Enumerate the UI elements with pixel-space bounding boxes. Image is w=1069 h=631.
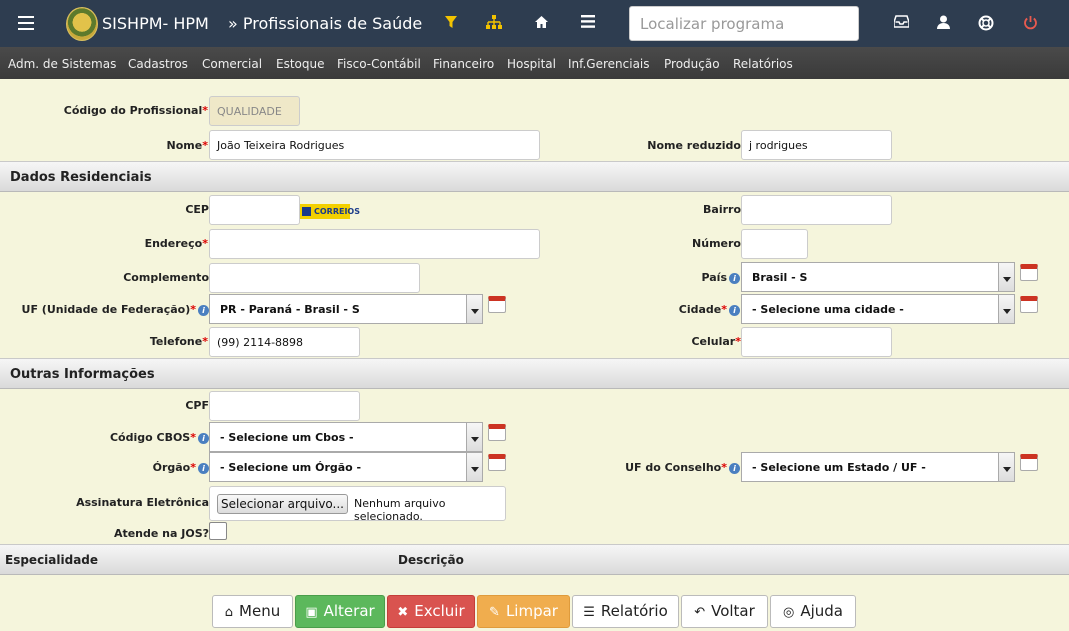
col-descricao[interactable]: Descrição — [398, 553, 464, 567]
celular-label: Celular* — [691, 335, 741, 348]
cbos-label: Código CBOS* i — [110, 431, 209, 444]
sitemap-icon[interactable] — [486, 15, 502, 31]
pais-label: País i — [701, 271, 740, 284]
uf-select[interactable]: PR - Paraná - Brasil - S — [209, 294, 483, 324]
cpf-label: CPF — [185, 399, 209, 412]
pais-calendar-icon[interactable] — [1020, 264, 1038, 281]
cidade-calendar-icon[interactable] — [1020, 296, 1038, 313]
list-icon[interactable] — [580, 15, 596, 31]
orgao-select[interactable]: - Selecione um Órgão - — [209, 452, 483, 482]
jos-label: Atende na JOS? — [113, 527, 209, 540]
complemento-label: Complemento — [123, 271, 209, 284]
limpar-button[interactable]: ✎ Limpar — [477, 595, 570, 628]
nome-reduzido-label: Nome reduzido — [647, 139, 741, 152]
col-especialidade[interactable]: Especialidade — [5, 553, 98, 567]
orgao-info-icon[interactable]: i — [198, 462, 209, 474]
cidade-select[interactable]: - Selecione uma cidade - — [741, 294, 1015, 324]
uf-conselho-label: UF do Conselho* i — [625, 461, 740, 474]
menu-hospital[interactable]: Hospital — [507, 57, 556, 71]
correios-logo[interactable]: CORREIOS — [300, 204, 360, 219]
cpf-field[interactable] — [209, 391, 360, 421]
nome-label: Nome* — [166, 139, 208, 152]
power-icon[interactable] — [1022, 15, 1038, 31]
endereco-field[interactable] — [209, 229, 540, 259]
especialidade-table-header: Especialidade Descrição — [0, 544, 1069, 575]
uf-conselho-info-icon[interactable]: i — [729, 462, 740, 474]
cbos-info-icon[interactable]: i — [198, 432, 209, 444]
cep-label: CEP — [185, 203, 209, 216]
complemento-field[interactable] — [209, 263, 420, 293]
menu-comercial[interactable]: Comercial — [202, 57, 262, 71]
numero-field[interactable] — [741, 229, 808, 259]
cbos-select[interactable]: - Selecione um Cbos - — [209, 422, 483, 452]
section-dados-residenciais: Dados Residenciais — [0, 161, 1069, 192]
uf-conselho-select[interactable]: - Selecione um Estado / UF - — [741, 452, 1015, 482]
search-input[interactable]: Localizar programa — [629, 6, 859, 41]
cbos-calendar-icon[interactable] — [488, 424, 506, 441]
relatorio-button[interactable]: ☰ Relatório — [572, 595, 679, 628]
lifebuoy-icon: ◎ — [783, 605, 795, 620]
menu-producao[interactable]: Produção — [664, 57, 720, 71]
assinatura-file-input: Selecionar arquivo... Nenhum arquivo sel… — [209, 486, 506, 523]
main-menu-bar: Adm. de Sistemas Cadastros Comercial Est… — [0, 47, 1069, 79]
file-status-text: Nenhum arquivo selecionado. — [354, 497, 446, 523]
user-icon[interactable] — [935, 15, 951, 31]
jos-checkbox[interactable] — [209, 522, 227, 540]
endereco-label: Endereço* — [144, 237, 208, 250]
list-alt-icon: ☰ — [583, 605, 595, 620]
top-bar: SISHPM- HPM » Profissionais de Saúde Loc… — [0, 0, 1069, 47]
close-icon: ✖ — [397, 605, 409, 620]
menu-button[interactable]: ⌂ Menu — [212, 595, 293, 628]
inbox-icon[interactable] — [892, 15, 910, 31]
filter-icon[interactable] — [443, 15, 459, 31]
section-outras-informacoes: Outras Informações — [0, 358, 1069, 389]
menu-adm-sistemas[interactable]: Adm. de Sistemas — [8, 57, 116, 71]
help-lifebuoy-icon[interactable] — [978, 15, 994, 31]
bairro-field[interactable] — [741, 195, 892, 225]
hamburger-menu-icon[interactable] — [18, 16, 34, 30]
assinatura-label: Assinatura Eletrônica — [76, 496, 209, 509]
cidade-label: Cidade* i — [679, 303, 740, 316]
codigo-label: Código do Profissional* — [63, 104, 208, 117]
menu-financeiro[interactable]: Financeiro — [433, 57, 494, 71]
menu-estoque[interactable]: Estoque — [276, 57, 325, 71]
home-icon[interactable] — [533, 15, 549, 31]
voltar-button[interactable]: ↶ Voltar — [681, 595, 768, 628]
nome-field[interactable]: João Teixeira Rodrigues — [209, 130, 540, 160]
uf-label: UF (Unidade de Federação)* i — [22, 303, 209, 316]
menu-relatorios[interactable]: Relatórios — [733, 57, 793, 71]
ajuda-button[interactable]: ◎ Ajuda — [770, 595, 856, 628]
back-arrow-icon: ↶ — [694, 605, 706, 620]
eraser-icon: ✎ — [489, 605, 500, 620]
uf-info-icon[interactable]: i — [198, 304, 209, 316]
celular-field[interactable] — [741, 327, 892, 357]
excluir-button[interactable]: ✖ Excluir — [387, 595, 475, 628]
menu-cadastros[interactable]: Cadastros — [128, 57, 188, 71]
pais-select[interactable]: Brasil - S — [741, 262, 1015, 292]
uf-conselho-calendar-icon[interactable] — [1020, 454, 1038, 471]
home-icon: ⌂ — [224, 605, 234, 620]
orgao-label: Órgão* i — [153, 461, 209, 474]
telefone-field[interactable]: (99) 2114-8898 — [209, 327, 360, 357]
codigo-field: QUALIDADE — [209, 96, 300, 126]
alterar-button[interactable]: ▣ Alterar — [295, 595, 385, 628]
save-icon: ▣ — [305, 605, 318, 620]
cep-field[interactable] — [209, 195, 300, 225]
uf-calendar-icon[interactable] — [488, 296, 506, 313]
telefone-label: Telefone* — [149, 335, 208, 348]
nome-reduzido-field[interactable]: j rodrigues — [741, 130, 892, 160]
pais-info-icon[interactable]: i — [729, 272, 740, 284]
cidade-info-icon[interactable]: i — [729, 304, 740, 316]
menu-inf-gerenciais[interactable]: Inf.Gerenciais — [568, 57, 650, 71]
numero-label: Número — [692, 237, 741, 250]
page-title: » Profissionais de Saúde — [228, 14, 423, 33]
bairro-label: Bairro — [703, 203, 741, 216]
orgao-calendar-icon[interactable] — [488, 454, 506, 471]
logo-icon — [66, 7, 98, 41]
select-file-button[interactable]: Selecionar arquivo... — [217, 494, 348, 514]
menu-fisco-contabil[interactable]: Fisco-Contábil — [337, 57, 421, 71]
app-title: SISHPM- HPM — [102, 14, 209, 33]
